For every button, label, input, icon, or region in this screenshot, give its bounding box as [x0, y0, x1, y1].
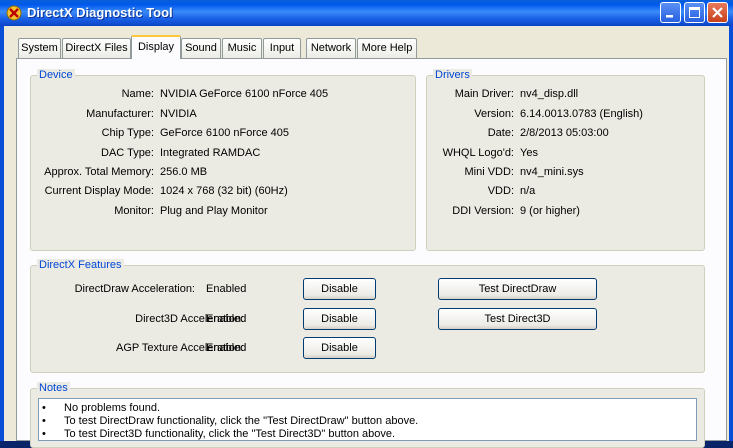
version-label: Version:	[474, 108, 514, 120]
maximize-button[interactable]	[684, 2, 705, 23]
direct3d-accel-value: Enabled	[206, 313, 247, 325]
display-mode-value: 1024 x 768 (32 bit) (60Hz)	[160, 185, 288, 197]
notes-textbox[interactable]: • No problems found. • To test DirectDra…	[38, 398, 697, 441]
monitor-value: Plug and Play Monitor	[160, 205, 268, 217]
date-label: Date:	[487, 127, 514, 139]
monitor-label: Monitor:	[114, 205, 154, 217]
date-value: 2/8/2013 05:03:00	[520, 127, 609, 139]
disable-directdraw-button[interactable]: Disable	[303, 278, 376, 300]
main-driver-label: Main Driver:	[454, 88, 514, 100]
agp-texture-value: Enabled	[206, 342, 247, 354]
note-bullet: •	[42, 402, 46, 414]
device-name-value: NVIDIA GeForce 6100 nForce 405	[160, 88, 329, 100]
tab-music[interactable]: Music	[222, 38, 262, 58]
ddi-version-label: DDI Version:	[452, 205, 514, 217]
version-value: 6.14.0013.0783 (English)	[520, 108, 643, 120]
note-bullet: •	[42, 428, 46, 440]
window-title: DirectX Diagnostic Tool	[27, 5, 173, 20]
ddi-version-value: 9 (or higher)	[520, 205, 580, 217]
disable-direct3d-button[interactable]: Disable	[303, 308, 376, 330]
test-directdraw-button[interactable]: Test DirectDraw	[438, 278, 597, 300]
dac-type-label: DAC Type:	[101, 147, 154, 159]
mini-vdd-value: nv4_mini.sys	[520, 166, 584, 178]
note-text: To test Direct3D functionality, click th…	[64, 428, 396, 440]
disable-agp-button[interactable]: Disable	[303, 337, 376, 359]
test-direct3d-button[interactable]: Test Direct3D	[438, 308, 597, 330]
drivers-group-title: Drivers	[433, 69, 472, 81]
chip-type-value: GeForce 6100 nForce 405	[160, 127, 290, 139]
maximize-icon	[689, 7, 700, 18]
note-text: No problems found.	[64, 402, 160, 414]
device-group: Device	[30, 69, 416, 251]
tab-more-help[interactable]: More Help	[357, 38, 417, 58]
minimize-icon	[666, 15, 673, 18]
display-mode-label: Current Display Mode:	[44, 185, 154, 197]
mini-vdd-label: Mini VDD:	[464, 166, 514, 178]
title-bar[interactable]: DirectX Diagnostic Tool	[0, 0, 733, 26]
chip-type-label: Chip Type:	[101, 127, 154, 139]
tab-sound[interactable]: Sound	[181, 38, 221, 58]
device-name-label: Name:	[121, 88, 154, 100]
whql-value: Yes	[520, 147, 538, 159]
tab-network[interactable]: Network	[306, 38, 356, 58]
directx-x-icon	[6, 5, 22, 21]
manufacturer-label: Manufacturer:	[86, 108, 154, 120]
notes-title: Notes	[37, 382, 70, 394]
total-memory-value: 256.0 MB	[160, 166, 208, 178]
dxdiag-window: DirectX Diagnostic Tool System DirectX F…	[0, 0, 733, 448]
close-button[interactable]	[707, 2, 728, 23]
device-group-title: Device	[37, 69, 75, 81]
tab-display[interactable]: Display	[131, 35, 181, 59]
note-text: To test DirectDraw functionality, click …	[64, 415, 419, 427]
whql-label: WHQL Logo'd:	[442, 147, 514, 159]
total-memory-label: Approx. Total Memory:	[44, 166, 154, 178]
window-frame-left	[0, 26, 4, 441]
tab-input[interactable]: Input	[263, 38, 301, 58]
directdraw-accel-label: DirectDraw Acceleration:	[74, 283, 195, 295]
drivers-group: Drivers	[426, 69, 705, 251]
minimize-button[interactable]	[660, 2, 681, 23]
note-bullet: •	[42, 415, 46, 427]
main-driver-value: nv4_disp.dll	[520, 88, 579, 100]
vdd-label: VDD:	[487, 185, 514, 197]
directx-features-title: DirectX Features	[37, 259, 124, 271]
manufacturer-value: NVIDIA	[160, 108, 197, 120]
dac-type-value: Integrated RAMDAC	[160, 147, 261, 159]
window-frame-right	[729, 26, 733, 441]
vdd-value: n/a	[520, 185, 536, 197]
tab-directx-files[interactable]: DirectX Files	[62, 38, 131, 58]
directdraw-accel-value: Enabled	[206, 283, 247, 295]
tab-system[interactable]: System	[18, 38, 61, 58]
close-icon	[712, 7, 723, 18]
